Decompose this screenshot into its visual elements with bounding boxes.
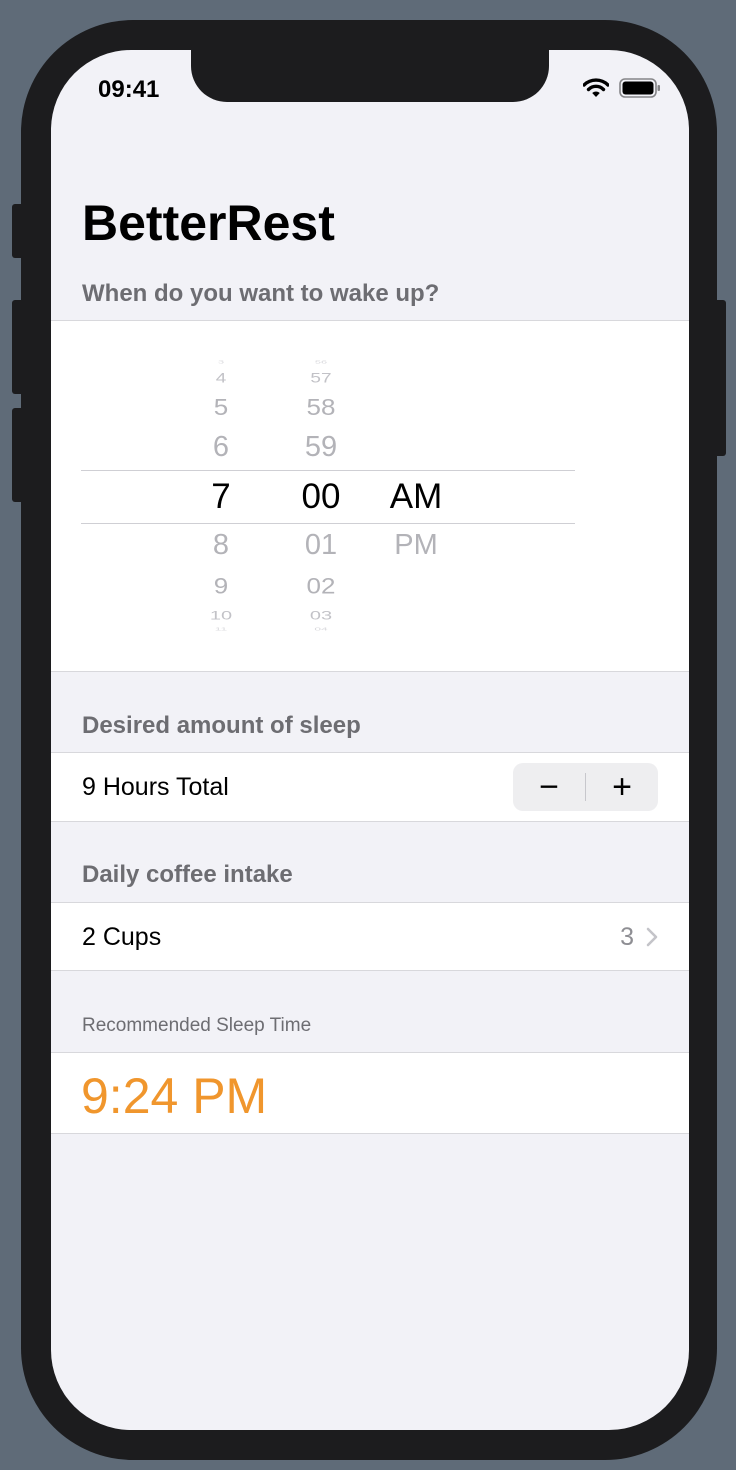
plus-icon: + [612,768,632,806]
notch [191,50,549,102]
picker-hour-value: 4 [215,370,227,387]
wake-section-header: When do you want to wake up? [82,280,440,307]
status-icons [583,78,661,98]
sleep-stepper[interactable]: − + [513,763,658,811]
phone-screen: 09:41 BetterRest When do you want to wak… [51,50,689,1430]
picker-minute-value: 57 [310,370,332,387]
minus-icon: − [539,768,559,806]
decrement-button[interactable]: − [513,763,585,811]
picker-minute-value: 02 [306,573,336,599]
picker-minute-value: 59 [304,431,338,463]
picker-hour-value: 6 [212,431,230,463]
picker-hour-value: 3 [217,359,225,365]
picker-hour-value: 11 [214,626,228,632]
result-section-header: Recommended Sleep Time [82,1015,312,1036]
page-title: BetterRest [82,195,335,251]
picker-minute-value: 56 [314,359,328,365]
picker-selection-bottom [81,523,575,524]
picker-hour-selected[interactable]: 7 [201,479,241,514]
time-picker[interactable]: 3 4 5 6 7 8 9 10 11 56 57 58 59 00 01 02… [51,320,689,672]
coffee-intake-row[interactable]: 2 Cups 3 [51,902,689,971]
sleep-section-header: Desired amount of sleep [82,712,361,739]
sleep-amount-label: 9 Hours Total [82,773,229,801]
coffee-section-header: Daily coffee intake [82,861,293,888]
picker-hour-value: 8 [212,529,230,561]
picker-hour-value: 10 [209,609,233,623]
picker-minute-value: 58 [306,393,336,421]
picker-minute-value: 04 [314,626,328,632]
picker-selection-top [81,470,575,471]
picker-minute-value: 03 [309,609,333,623]
picker-minute-value: 01 [304,529,338,561]
result-row: 9:24 PM [51,1052,689,1134]
sleep-amount-row: 9 Hours Total − + [51,752,689,822]
coffee-intake-label: 2 Cups [82,923,162,951]
chevron-right-icon [646,927,658,947]
picker-hour-value: 9 [213,573,229,599]
coffee-intake-value: 3 [620,923,634,951]
increment-button[interactable]: + [586,763,658,811]
picker-period-selected[interactable]: AM [376,479,456,514]
picker-period-value[interactable]: PM [376,531,456,560]
status-time: 09:41 [98,76,160,103]
picker-minute-selected[interactable]: 00 [291,479,351,514]
battery-icon [619,78,660,98]
recommended-sleep-time: 9:24 PM [81,1068,268,1124]
wifi-icon [583,78,609,97]
picker-hour-value: 5 [213,393,229,421]
